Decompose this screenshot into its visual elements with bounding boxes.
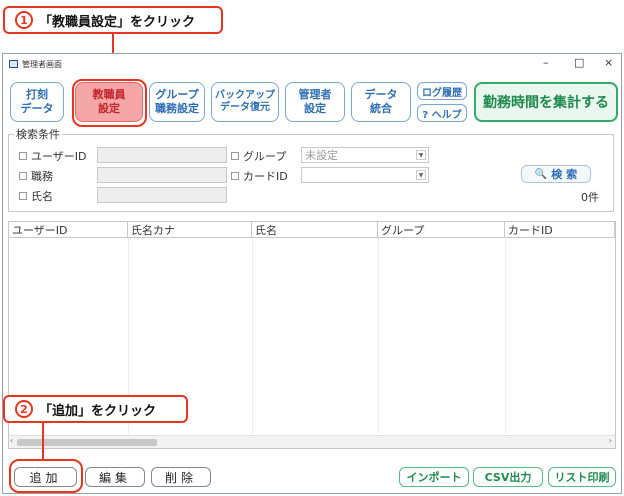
job-row: 職務 (19, 168, 53, 184)
backup-label-1: バックアップ (215, 89, 275, 101)
add-button-highlight (9, 459, 83, 493)
group-select[interactable]: 未設定 ▼ (301, 147, 429, 163)
data-merge-label-1: データ (364, 88, 398, 102)
callout-text-1: 「教職員設定」をクリック (39, 14, 196, 30)
admin-settings-label-1: 管理者 (298, 88, 332, 102)
edit-button[interactable]: 編集 (85, 467, 145, 487)
card-id-row: カードID (231, 168, 288, 184)
backup-restore-button[interactable]: バックアップ データ復元 (211, 82, 279, 122)
backup-label-2: データ復元 (220, 102, 270, 113)
data-merge-label-2: 統合 (370, 102, 392, 115)
column-divider (252, 238, 253, 434)
group-job-label-2: 職務設定 (155, 102, 199, 115)
delete-button[interactable]: 削除 (151, 467, 211, 487)
callout-pointer-2 (42, 423, 44, 459)
column-divider (505, 238, 506, 434)
help-button[interactable]: ? ヘルプ (417, 104, 467, 122)
user-id-label: ユーザーID (31, 150, 87, 163)
close-button[interactable]: × (604, 56, 613, 69)
search-button[interactable]: 🔍 検 索 (521, 165, 591, 183)
admin-settings-label-2: 設定 (304, 102, 326, 115)
column-header-group[interactable]: グループ (378, 222, 505, 237)
search-legend: 検索条件 (14, 126, 62, 142)
column-header-card-id[interactable]: カードID (505, 222, 615, 237)
group-select-value: 未設定 (305, 149, 338, 162)
callout-text-2: 「追加」をクリック (39, 403, 157, 419)
chevron-down-icon: ▼ (416, 170, 426, 180)
title-bar: 管理者画面 – □ × (3, 54, 621, 74)
column-header-name[interactable]: 氏名 (252, 222, 378, 237)
csv-export-button[interactable]: CSV出力 (473, 467, 543, 487)
job-checkbox[interactable] (19, 172, 27, 180)
name-label: 氏名 (31, 190, 53, 203)
log-history-button[interactable]: ログ履歴 (417, 82, 467, 100)
import-button[interactable]: インポート (399, 467, 469, 487)
group-row: グループ (231, 148, 286, 164)
group-checkbox[interactable] (231, 152, 239, 160)
search-icon: 🔍 (534, 168, 548, 180)
user-id-checkbox[interactable] (19, 152, 27, 160)
callout-step-1: 1 「教職員設定」をクリック (3, 6, 223, 34)
column-header-user-id[interactable]: ユーザーID (9, 222, 128, 237)
callout-step-2: 2 「追加」をクリック (3, 395, 188, 423)
user-id-field[interactable] (97, 147, 227, 163)
job-label: 職務 (31, 170, 53, 183)
horizontal-scrollbar[interactable]: ‹ › (9, 435, 615, 448)
column-divider (378, 238, 379, 434)
punch-data-label-1: 打刻 (26, 88, 48, 102)
step-number-2: 2 (15, 400, 33, 418)
scroll-right-icon[interactable]: › (609, 436, 612, 445)
search-panel: 検索条件 ユーザーID 職務 氏名 グループ 未設定 ▼ カードID ▼ 🔍 検… (8, 126, 614, 212)
search-button-label: 検 索 (551, 168, 578, 181)
admin-settings-button[interactable]: 管理者 設定 (285, 82, 345, 122)
punch-data-button[interactable]: 打刻 データ (10, 82, 64, 122)
name-field[interactable] (97, 187, 227, 203)
aggregate-hours-button[interactable]: 勤務時間を集計する (474, 82, 618, 122)
staff-settings-highlight (72, 79, 147, 127)
punch-data-label-2: データ (20, 102, 54, 115)
column-header-name-kana[interactable]: 氏名カナ (128, 222, 252, 237)
maximize-button[interactable]: □ (574, 56, 584, 69)
window-title: 管理者画面 (22, 59, 62, 69)
name-checkbox[interactable] (19, 192, 27, 200)
step-number-1: 1 (15, 11, 33, 29)
data-merge-button[interactable]: データ 統合 (351, 82, 411, 122)
chevron-down-icon: ▼ (416, 150, 426, 160)
group-job-label-1: グループ (155, 88, 199, 102)
scrollbar-thumb[interactable] (17, 439, 157, 446)
card-id-label: カードID (243, 170, 288, 183)
name-row: 氏名 (19, 188, 53, 204)
group-label: グループ (243, 150, 287, 163)
list-print-button[interactable]: リスト印刷 (548, 467, 616, 487)
table-header: ユーザーID 氏名カナ 氏名 グループ カードID (9, 222, 615, 238)
result-count: 0件 (581, 191, 599, 204)
job-field[interactable] (97, 167, 227, 183)
scroll-left-icon[interactable]: ‹ (10, 436, 13, 445)
user-id-row: ユーザーID (19, 148, 87, 164)
minimize-button[interactable]: – (543, 56, 549, 69)
card-id-checkbox[interactable] (231, 172, 239, 180)
group-job-settings-button[interactable]: グループ 職務設定 (149, 82, 205, 122)
admin-window: 管理者画面 – □ × 打刻 データ 教職員 設定 グループ 職務設定 バックア… (2, 53, 622, 494)
app-icon (9, 60, 18, 68)
card-id-select[interactable]: ▼ (301, 167, 429, 183)
